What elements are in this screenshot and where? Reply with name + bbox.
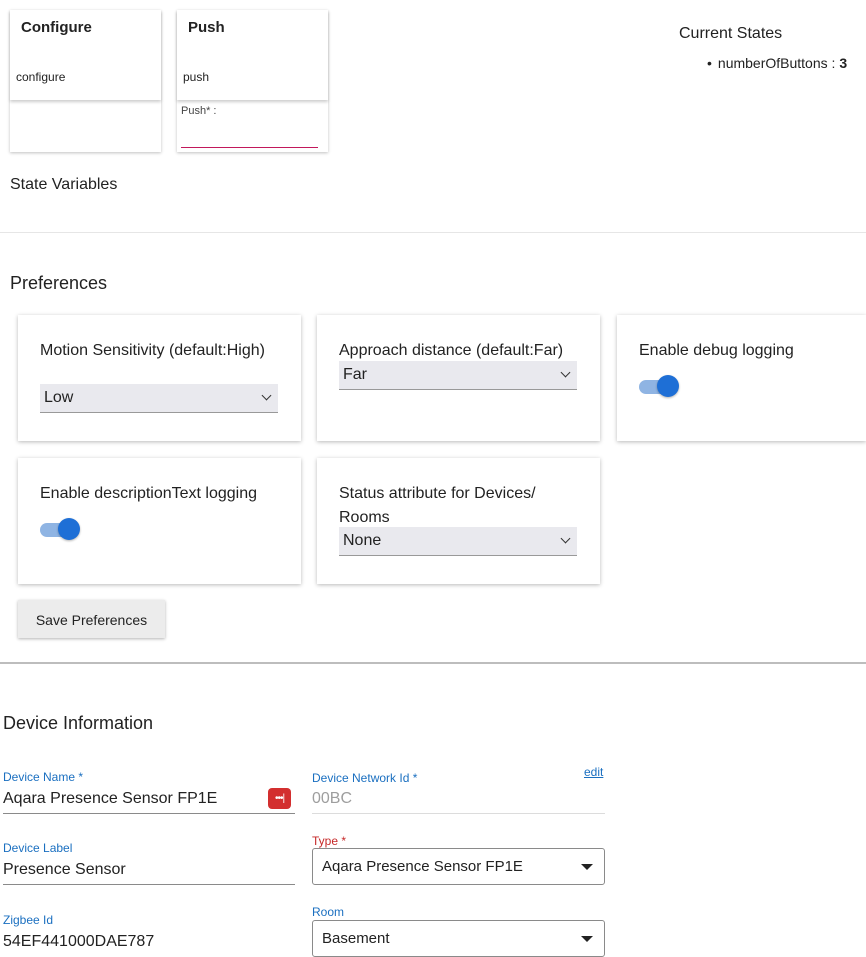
state-name: numberOfButtons	[717, 55, 828, 71]
push-input[interactable]	[181, 147, 318, 148]
command-subtitle: push	[183, 70, 210, 84]
state-separator: :	[827, 55, 840, 71]
command-card-configure: Configure configure	[10, 10, 161, 152]
type-label: Type *	[312, 834, 347, 848]
current-states-list: numberOfButtons : 3	[707, 55, 847, 71]
save-preferences-button[interactable]: Save Preferences	[18, 600, 165, 638]
divider	[0, 232, 866, 233]
device-name-input[interactable]: Aqara Presence Sensor FP1E	[3, 790, 217, 808]
configure-button[interactable]: Configure configure	[10, 10, 161, 100]
zigbee-id-value: 54EF441000DAE787	[3, 933, 155, 950]
state-item: numberOfButtons : 3	[707, 55, 847, 71]
pref-label: Motion Sensitivity (default:High)	[40, 342, 265, 359]
debug-logging-toggle[interactable]	[639, 375, 679, 399]
pref-label: Enable debug logging	[639, 342, 794, 359]
device-information-title: Device Information	[3, 713, 154, 733]
chevron-down-icon	[560, 533, 571, 544]
description-logging-toggle[interactable]	[40, 518, 80, 542]
motion-sensitivity-select[interactable]: Low	[40, 384, 278, 413]
dropdown-value: Basement	[322, 930, 390, 947]
pref-label: Status attribute for Devices/ Rooms	[339, 485, 536, 526]
state-value: 3	[839, 55, 848, 71]
state-variables-title: State Variables	[10, 176, 118, 193]
edit-link[interactable]: edit	[584, 765, 603, 779]
device-network-id-underline	[312, 813, 605, 814]
device-network-id-value: 00BC	[312, 790, 353, 807]
device-label-label: Device Label	[3, 841, 73, 855]
type-dropdown[interactable]: Aqara Presence Sensor FP1E	[312, 848, 605, 885]
pref-label: Approach distance (default:Far)	[339, 342, 564, 359]
select-value: Low	[44, 389, 74, 406]
chevron-down-icon	[560, 367, 571, 378]
pref-label: Enable descriptionText logging	[40, 485, 258, 502]
dropdown-caret-icon	[581, 864, 593, 870]
dropdown-value: Aqara Presence Sensor FP1E	[322, 858, 523, 875]
device-network-id-label: Device Network Id *	[312, 771, 418, 785]
pref-card-debug-logging: Enable debug logging	[617, 315, 866, 441]
toggle-knob	[657, 375, 679, 397]
push-button[interactable]: Push push	[177, 10, 328, 100]
command-subtitle: configure	[16, 70, 66, 84]
pref-card-motion-sensitivity: Motion Sensitivity (default:High) Low	[18, 315, 301, 441]
toggle-knob	[58, 518, 80, 540]
select-value: Far	[343, 366, 367, 383]
dropdown-caret-icon	[581, 936, 593, 942]
select-value: None	[343, 532, 382, 549]
room-dropdown[interactable]: Basement	[312, 920, 605, 957]
push-field-label: Push* :	[181, 105, 217, 117]
chevron-down-icon	[261, 390, 272, 401]
command-title: Push	[188, 19, 225, 36]
current-states-title: Current States	[679, 25, 783, 42]
command-card-push: Push push Push* :	[177, 10, 328, 152]
pref-card-description-logging: Enable descriptionText logging	[18, 458, 301, 584]
preferences-title: Preferences	[10, 273, 108, 293]
device-label-input[interactable]: Presence Sensor	[3, 861, 126, 879]
room-label: Room	[312, 905, 345, 919]
pref-card-approach-distance: Approach distance (default:Far) Far	[317, 315, 600, 441]
device-name-label: Device Name *	[3, 770, 84, 784]
command-title: Configure	[21, 19, 92, 36]
status-attribute-select[interactable]: None	[339, 527, 577, 556]
device-label-underline	[3, 884, 295, 885]
approach-distance-select[interactable]: Far	[339, 361, 577, 390]
zigbee-id-label: Zigbee Id	[3, 913, 54, 927]
device-name-underline	[3, 813, 295, 814]
pref-card-status-attribute: Status attribute for Devices/ Rooms None	[317, 458, 600, 584]
divider	[0, 662, 866, 664]
password-manager-icon[interactable]: •••|	[268, 788, 291, 809]
